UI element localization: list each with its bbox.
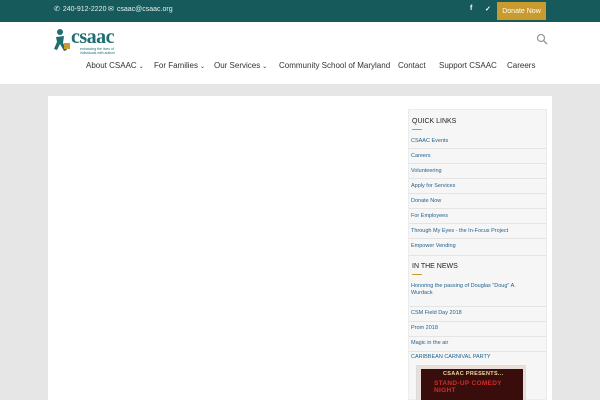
poster-line-2: STAND-UP COMEDY NIGHT [434, 380, 502, 394]
nav-about[interactable]: About CSAAC ⌄ [86, 61, 144, 70]
sidebar: QUICK LINKS CSAAC Events Careers Volunte… [408, 109, 547, 400]
logo-figure-icon [54, 29, 70, 51]
news-item[interactable]: Prom 2018 [411, 325, 531, 332]
nav-label: For Families [154, 61, 199, 70]
event-poster-image[interactable]: CSAAC PRESENTS... STAND-UP COMEDY NIGHT [416, 365, 526, 400]
quick-link-employees[interactable]: For Employees [411, 213, 531, 220]
nav-label: About CSAAC [86, 61, 137, 70]
divider [409, 255, 546, 256]
divider [409, 223, 546, 224]
quick-link-apply[interactable]: Apply for Services [411, 183, 531, 190]
twitter-icon[interactable]: ✓ [485, 5, 491, 13]
quick-link-events[interactable]: CSAAC Events [411, 138, 531, 145]
divider [409, 178, 546, 179]
quick-link-volunteering[interactable]: Volunteering [411, 168, 531, 175]
chevron-down-icon: ⌄ [138, 64, 144, 70]
divider [409, 208, 546, 209]
nav-for-families[interactable]: For Families ⌄ [154, 61, 205, 70]
title-underline [412, 274, 422, 275]
divider [409, 306, 546, 307]
nav-label: Support CSAAC [439, 61, 497, 70]
site-logo[interactable]: csaac enhancing the lives of individuals… [54, 27, 124, 55]
logo-tagline: enhancing the lives of individuals with … [80, 47, 115, 55]
logo-wordmark: csaac [71, 26, 115, 48]
facebook-icon[interactable]: f [470, 5, 472, 12]
mail-icon: ✉ [108, 6, 114, 13]
phone-number: 240-912-2220 [62, 5, 107, 13]
site-header: csaac enhancing the lives of individuals… [0, 22, 600, 84]
nav-label: Careers [507, 61, 536, 70]
divider [409, 238, 546, 239]
divider [409, 163, 546, 164]
email-address: csaac@csaac.org [116, 5, 173, 13]
quick-links-title: QUICK LINKS [412, 118, 457, 125]
nav-label: Community School of Maryland [279, 61, 391, 70]
divider [409, 193, 546, 194]
donate-button[interactable]: Donate Now [497, 2, 546, 20]
nav-support[interactable]: Support CSAAC [439, 61, 497, 70]
nav-label: Contact [398, 61, 426, 70]
poster-line-1: CSAAC PRESENTS... [443, 371, 504, 377]
news-item[interactable]: CARIBBEAN CARNIVAL PARTY [411, 354, 531, 361]
divider [409, 351, 546, 352]
news-item[interactable]: Magic in the air [411, 340, 531, 347]
nav-community-school[interactable]: Community School of Maryland [279, 61, 390, 70]
nav-our-services[interactable]: Our Services ⌄ [214, 61, 267, 70]
chevron-down-icon: ⌄ [200, 64, 206, 70]
search-icon[interactable] [536, 33, 548, 45]
email-contact[interactable]: ✉ csaac@csaac.org [108, 5, 173, 14]
poster-background: CSAAC PRESENTS... STAND-UP COMEDY NIGHT [421, 369, 523, 400]
quick-link-careers[interactable]: Careers [411, 153, 531, 160]
news-item[interactable]: CSM Field Day 2018 [411, 310, 531, 317]
chevron-down-icon: ⌄ [262, 64, 268, 70]
divider [409, 148, 546, 149]
news-title: IN THE NEWS [412, 263, 458, 270]
quick-link-empower-vending[interactable]: Empower Vending [411, 243, 531, 250]
nav-label: Our Services [214, 61, 261, 70]
quick-link-through-my-eyes[interactable]: Through My Eyes - the In-Focus Project [411, 228, 531, 235]
divider [409, 321, 546, 322]
quick-link-donate[interactable]: Donate Now [411, 198, 531, 205]
nav-careers[interactable]: Careers [507, 61, 535, 70]
divider [409, 336, 546, 337]
title-underline [412, 129, 422, 130]
phone-contact[interactable]: ✆ 240-912-2220 [54, 5, 107, 14]
top-bar: ✆ 240-912-2220 ✉ csaac@csaac.org f ✓ Don… [0, 0, 600, 22]
news-item[interactable]: Honoring the passing of Douglas "Doug" A… [411, 283, 531, 297]
phone-icon: ✆ [54, 6, 60, 13]
nav-contact[interactable]: Contact [398, 61, 426, 70]
